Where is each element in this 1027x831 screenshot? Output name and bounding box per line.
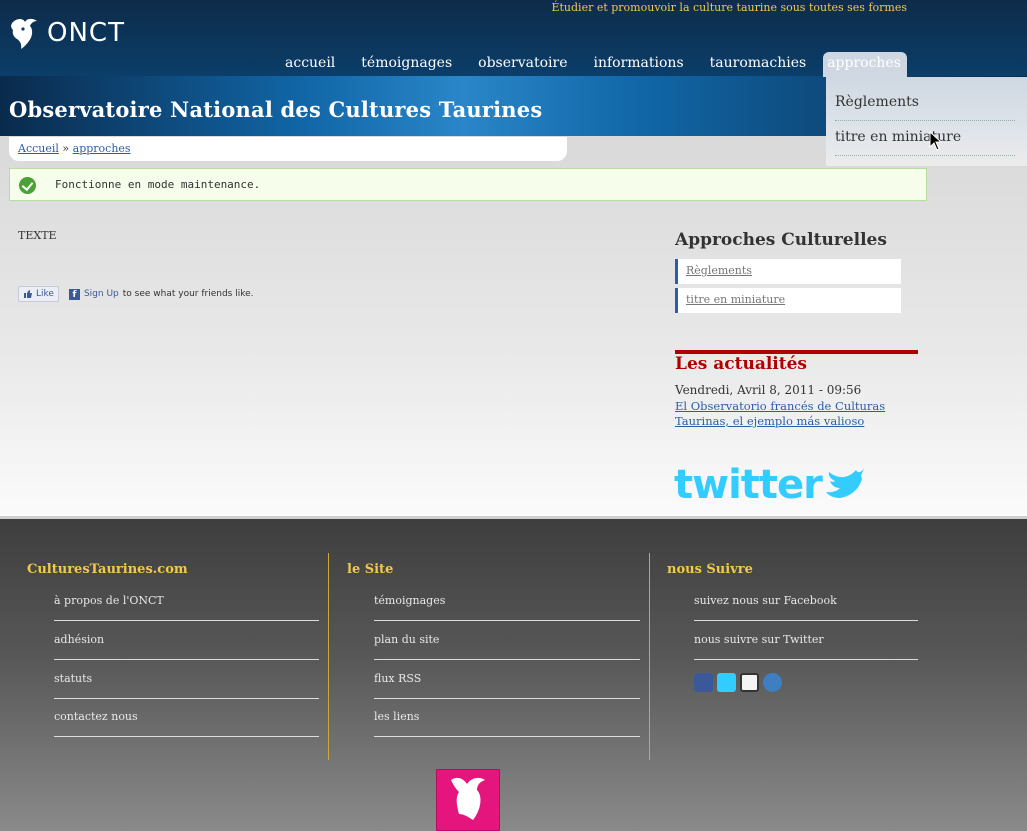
site-title: Observatoire National des Cultures Tauri… [9,97,543,122]
breadcrumb: Accueil » approches [9,137,567,161]
status-text: Fonctionne en mode maintenance. [55,178,261,191]
breadcrumb-home-link[interactable]: Accueil [18,142,59,155]
social-icons [694,673,782,692]
footer-link-flux-rss[interactable]: flux RSS [374,672,640,699]
footer-col-title-site: le Site [347,562,394,577]
dropdown-item-titre-miniature[interactable]: titre en miniature [835,129,1015,156]
sidebar-link-label: Règlements [686,264,752,277]
facebook-like-suffix: to see what your friends like. [122,289,254,299]
sidebar-link-label: titre en miniature [686,293,786,306]
breadcrumb-separator: » [62,142,70,155]
twitter-icon[interactable] [717,673,736,692]
site-tagline: Étudier et promouvoir la culture taurine… [551,1,907,14]
footer-link-adhesion[interactable]: adhésion [54,633,319,660]
site-logo[interactable]: ONCT [9,16,125,50]
nav-informations[interactable]: informations [580,52,696,77]
mouse-cursor-icon [929,131,943,151]
breadcrumb-current-link[interactable]: approches [73,142,131,155]
twitter-logo-icon[interactable]: twitter [674,462,874,504]
footer-divider [649,553,650,760]
footer-link-twitter[interactable]: nous suivre sur Twitter [694,633,918,660]
twitter-logo-text: twitter [674,462,823,504]
bull-badge-icon [451,777,485,820]
main-nav: accueil témoignages observatoire informa… [272,52,907,77]
nav-tauromachies[interactable]: tauromachies [697,52,820,77]
facebook-f-icon: f [68,288,80,300]
nav-accueil[interactable]: accueil [272,52,348,77]
netvibes-icon[interactable] [740,673,759,692]
sidebar-link-reglements[interactable]: Règlements [675,259,901,284]
facebook-like-button[interactable]: Like [18,286,59,302]
footer-link-les-liens[interactable]: les liens [374,710,640,737]
footer-link-temoignages[interactable]: témoignages [374,594,640,621]
nav-approches[interactable]: approches [823,52,907,77]
footer-link-statuts[interactable]: statuts [54,672,319,699]
facebook-icon[interactable] [694,673,713,692]
facebook-like-widget: Like f Sign Up to see what your friends … [18,286,254,302]
sidebar-title: Approches Culturelles [675,230,887,250]
logo-text: ONCT [47,18,125,48]
approches-dropdown-menu: Règlements titre en miniature [826,77,1027,166]
facebook-signup-link[interactable]: Sign Up [84,289,119,299]
dropdown-item-reglements[interactable]: Règlements [835,94,1015,121]
facebook-like-label: Like [36,289,54,299]
news-link[interactable]: El Observatorio francés de Culturas Taur… [675,399,905,429]
footer-divider [328,553,329,760]
footer-link-contact[interactable]: contactez nous [54,710,319,737]
body-text: TEXTE [18,229,57,242]
bull-logo-icon [11,18,37,49]
thumbs-up-icon [24,290,32,298]
footer-col-title-suivre: nous Suivre [667,562,753,577]
footer-link-plan-du-site[interactable]: plan du site [374,633,640,660]
sidebar-link-titre-miniature[interactable]: titre en miniature [675,288,901,313]
culture-taurine-badge[interactable] [436,769,500,831]
nav-observatoire[interactable]: observatoire [465,52,580,77]
footer-link-apropos[interactable]: à propos de l'ONCT [54,594,319,621]
news-date: Vendredi, Avril 8, 2011 - 09:56 [675,383,862,397]
news-title: Les actualités [675,354,808,374]
status-message: Fonctionne en mode maintenance. [9,168,927,201]
footer-col-title-culturestaurines: CulturesTaurines.com [27,562,188,577]
nav-temoignages[interactable]: témoignages [348,52,465,77]
checkmark-icon [19,177,36,194]
footer-link-facebook[interactable]: suivez nous sur Facebook [694,594,918,621]
web-icon[interactable] [763,673,782,692]
